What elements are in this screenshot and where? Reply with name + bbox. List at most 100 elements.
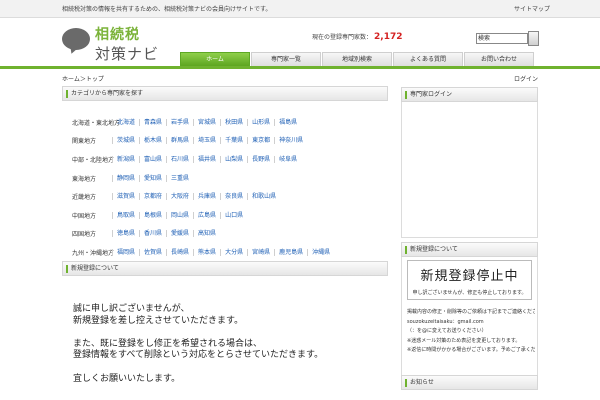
prefecture-link[interactable]: 京都府 <box>139 193 166 201</box>
speech-bubble-icon <box>62 28 90 50</box>
sidebar-text-line: ※迷惑メール対策のため表記を変更しております。 <box>407 337 521 344</box>
category-row: 北海道・東北地方 北海道 青森県 岩手県 宮城県 秋田県 山形県 福島県 <box>72 113 388 132</box>
prefecture-link[interactable]: 徳島県 <box>112 230 139 238</box>
prefecture-link[interactable]: 山口県 <box>220 211 247 219</box>
prefecture-link[interactable]: 栃木県 <box>139 137 166 145</box>
prefecture-link[interactable]: 静岡県 <box>112 174 139 182</box>
prefecture-link[interactable]: 香川県 <box>139 230 166 238</box>
logo-text-line1: 相続税 <box>95 27 140 43</box>
tab-experts[interactable]: 専門家一覧 <box>251 52 321 66</box>
sidebar-text-line: ※返信に時間がかかる場合がございます。予めご了承ください。 <box>407 347 535 353</box>
prefecture-link[interactable]: 宮城県 <box>193 118 220 126</box>
category-row-label: 北海道・東北地方 <box>72 119 121 127</box>
prefecture-link[interactable]: 埼玉県 <box>193 137 220 145</box>
prefecture-link[interactable]: 和歌山県 <box>247 193 280 201</box>
category-table: 北海道・東北地方 北海道 青森県 岩手県 宮城県 秋田県 山形県 福島県 関東地方 茨城県 栃木県群… <box>62 113 388 262</box>
prefecture-link[interactable]: 熊本県 <box>193 248 220 256</box>
sidebar-register-heading: 新規登録について <box>401 242 538 257</box>
prefecture-link[interactable]: 千葉県 <box>220 137 247 145</box>
prefecture-link[interactable]: 滋賀県 <box>112 193 139 201</box>
notice-text: 誠に申し訳ございませんが、 新規登録を差し控えさせていただきます。 また、既に登録を… <box>73 304 323 385</box>
prefecture-link[interactable]: 沖縄県 <box>307 248 334 256</box>
search-button[interactable] <box>528 31 539 46</box>
tab-region[interactable]: 地域別検索 <box>322 52 392 66</box>
notice-line: 宜しくお願いいたします。 <box>73 373 181 384</box>
prefecture-link[interactable]: 福岡県 <box>112 248 139 256</box>
sidebar-contact-text: 掲載内容の修正・削除等のご依頼は下記までご連絡ください。 souzokuzeita… <box>407 308 535 356</box>
registration-stopped-note: 申し訳ございませんが、修正も停止しております。 <box>412 290 527 296</box>
registered-count-label: 現在の登録専門家数： <box>312 34 373 41</box>
prefecture-link[interactable]: 山形県 <box>247 118 274 126</box>
tab-home[interactable]: ホーム <box>180 52 250 66</box>
prefecture-link[interactable]: 岐阜県 <box>274 155 301 163</box>
prefecture-link[interactable]: 茨城県 <box>112 137 139 145</box>
prefecture-link[interactable]: 鳥取県 <box>112 211 139 219</box>
prefecture-link[interactable]: 岡山県 <box>166 211 193 219</box>
prefecture-link[interactable]: 大阪府 <box>166 193 193 201</box>
prefecture-link[interactable]: 群馬県 <box>166 137 193 145</box>
notice-section: 新規登録について <box>62 261 388 276</box>
category-row: 中国地方 鳥取県 島根県 岡山県 広島県 山口県 <box>72 206 388 225</box>
prefecture-link[interactable]: 三重県 <box>166 174 193 182</box>
prefecture-link[interactable]: 岩手県 <box>166 118 193 126</box>
registration-stopped-title: 新規登録停止中 <box>420 269 519 284</box>
prefecture-link[interactable]: 大分県 <box>220 248 247 256</box>
sidebar-login-box: 専門家ログイン <box>401 87 538 238</box>
prefecture-link[interactable]: 石川県 <box>166 155 193 163</box>
notice-heading: 新規登録について <box>62 261 388 276</box>
prefecture-link[interactable]: 青森県 <box>139 118 166 126</box>
prefecture-link[interactable]: 長崎県 <box>166 248 193 256</box>
sidebar-news-heading: お知らせ <box>401 375 538 390</box>
prefecture-link[interactable]: 神奈川県 <box>274 137 307 145</box>
category-row: 四国地方 徳島県 香川県 愛媛県 高知県 <box>72 225 388 244</box>
prefecture-link[interactable]: 長野県 <box>247 155 274 163</box>
prefecture-link[interactable]: 広島県 <box>193 211 220 219</box>
prefecture-link[interactable]: 鹿児島県 <box>274 248 307 256</box>
global-nav: ホーム 専門家一覧 地域別検索 よくある質問 お問い合わせ <box>0 52 600 69</box>
sidebar-text-line: souzokuzeitaisaku：gmail.com <box>407 318 484 325</box>
breadcrumb: ホーム＞トップ <box>62 76 104 83</box>
tab-contact[interactable]: お問い合わせ <box>464 52 534 66</box>
category-row: 中部・北陸地方 新潟県 富山県 石川県 福井県 山梨県 長野県 岐阜県 <box>72 150 388 169</box>
prefecture-link[interactable]: 福島県 <box>274 118 301 126</box>
category-row-label: 東海地方 <box>72 175 97 183</box>
sidebar-news-box: お知らせ <box>401 375 538 390</box>
top-bar: 相続税対策の情報を共有するための、相続税対策ナビの会員向けサイトです。 サイトマ… <box>0 0 600 18</box>
prefecture-link[interactable]: 新潟県 <box>112 155 139 163</box>
sidebar-register-body: 新規登録停止中 申し訳ございませんが、修正も停止しております。 掲載内容の修正・… <box>401 257 538 390</box>
prefecture-link[interactable]: 佐賀県 <box>139 248 166 256</box>
category-row: 九州・沖縄地方 福岡県 佐賀県 長崎県 熊本県 大分県 宮崎県 鹿児島県 沖縄県 <box>72 243 388 262</box>
prefecture-link[interactable]: 富山県 <box>139 155 166 163</box>
registration-stopped-banner: 新規登録停止中 申し訳ございませんが、修正も停止しております。 <box>407 260 532 300</box>
notice-line: 新規登録を差し控えさせていただきます。 <box>73 315 244 326</box>
prefecture-link[interactable]: 福井県 <box>193 155 220 163</box>
registered-count: 現在の登録専門家数： 2,172 <box>312 32 402 42</box>
prefecture-link[interactable]: 愛知県 <box>139 174 166 182</box>
category-row-label: 中国地方 <box>72 212 97 220</box>
search-form: 検索 <box>476 31 539 46</box>
prefecture-link[interactable]: 兵庫県 <box>193 193 220 201</box>
prefecture-link[interactable]: 宮崎県 <box>247 248 274 256</box>
notice-line: 登録情報をすべて削除という対応をとらさせていただきます。 <box>73 350 324 361</box>
prefecture-link[interactable]: 北海道 <box>112 118 139 126</box>
prefecture-link[interactable]: 愛媛県 <box>166 230 193 238</box>
prefecture-link[interactable]: 秋田県 <box>220 118 247 126</box>
category-row: 近畿地方 滋賀県 京都府 大阪府 兵庫県 奈良県 和歌山県 <box>72 187 388 206</box>
login-link[interactable]: ログイン <box>514 74 538 83</box>
category-row-label: 近畿地方 <box>72 194 97 202</box>
sidebar-register-box: 新規登録について 新規登録停止中 申し訳ございませんが、修正も停止しております。… <box>401 242 538 390</box>
prefecture-link[interactable]: 高知県 <box>193 230 220 238</box>
prefecture-link[interactable]: 奈良県 <box>220 193 247 201</box>
tab-faq[interactable]: よくある質問 <box>393 52 463 66</box>
notice-line <box>73 362 323 374</box>
sitemap-link[interactable]: サイトマップ <box>514 4 550 13</box>
category-row: 東海地方 静岡県 愛知県 三重県 <box>72 169 388 188</box>
category-row-label: 四国地方 <box>72 231 97 239</box>
site-tagline: 相続税対策の情報を共有するための、相続税対策ナビの会員向けサイトです。 <box>62 6 272 13</box>
sidebar-text-line: （：を@に変えてお送りください） <box>407 328 487 334</box>
search-input[interactable]: 検索 <box>476 33 528 44</box>
prefecture-link[interactable]: 東京都 <box>247 137 274 145</box>
prefecture-link[interactable]: 島根県 <box>139 211 166 219</box>
notice-line: また、既に登録をし修正を希望される場合は、 <box>73 338 263 349</box>
prefecture-link[interactable]: 山梨県 <box>220 155 247 163</box>
